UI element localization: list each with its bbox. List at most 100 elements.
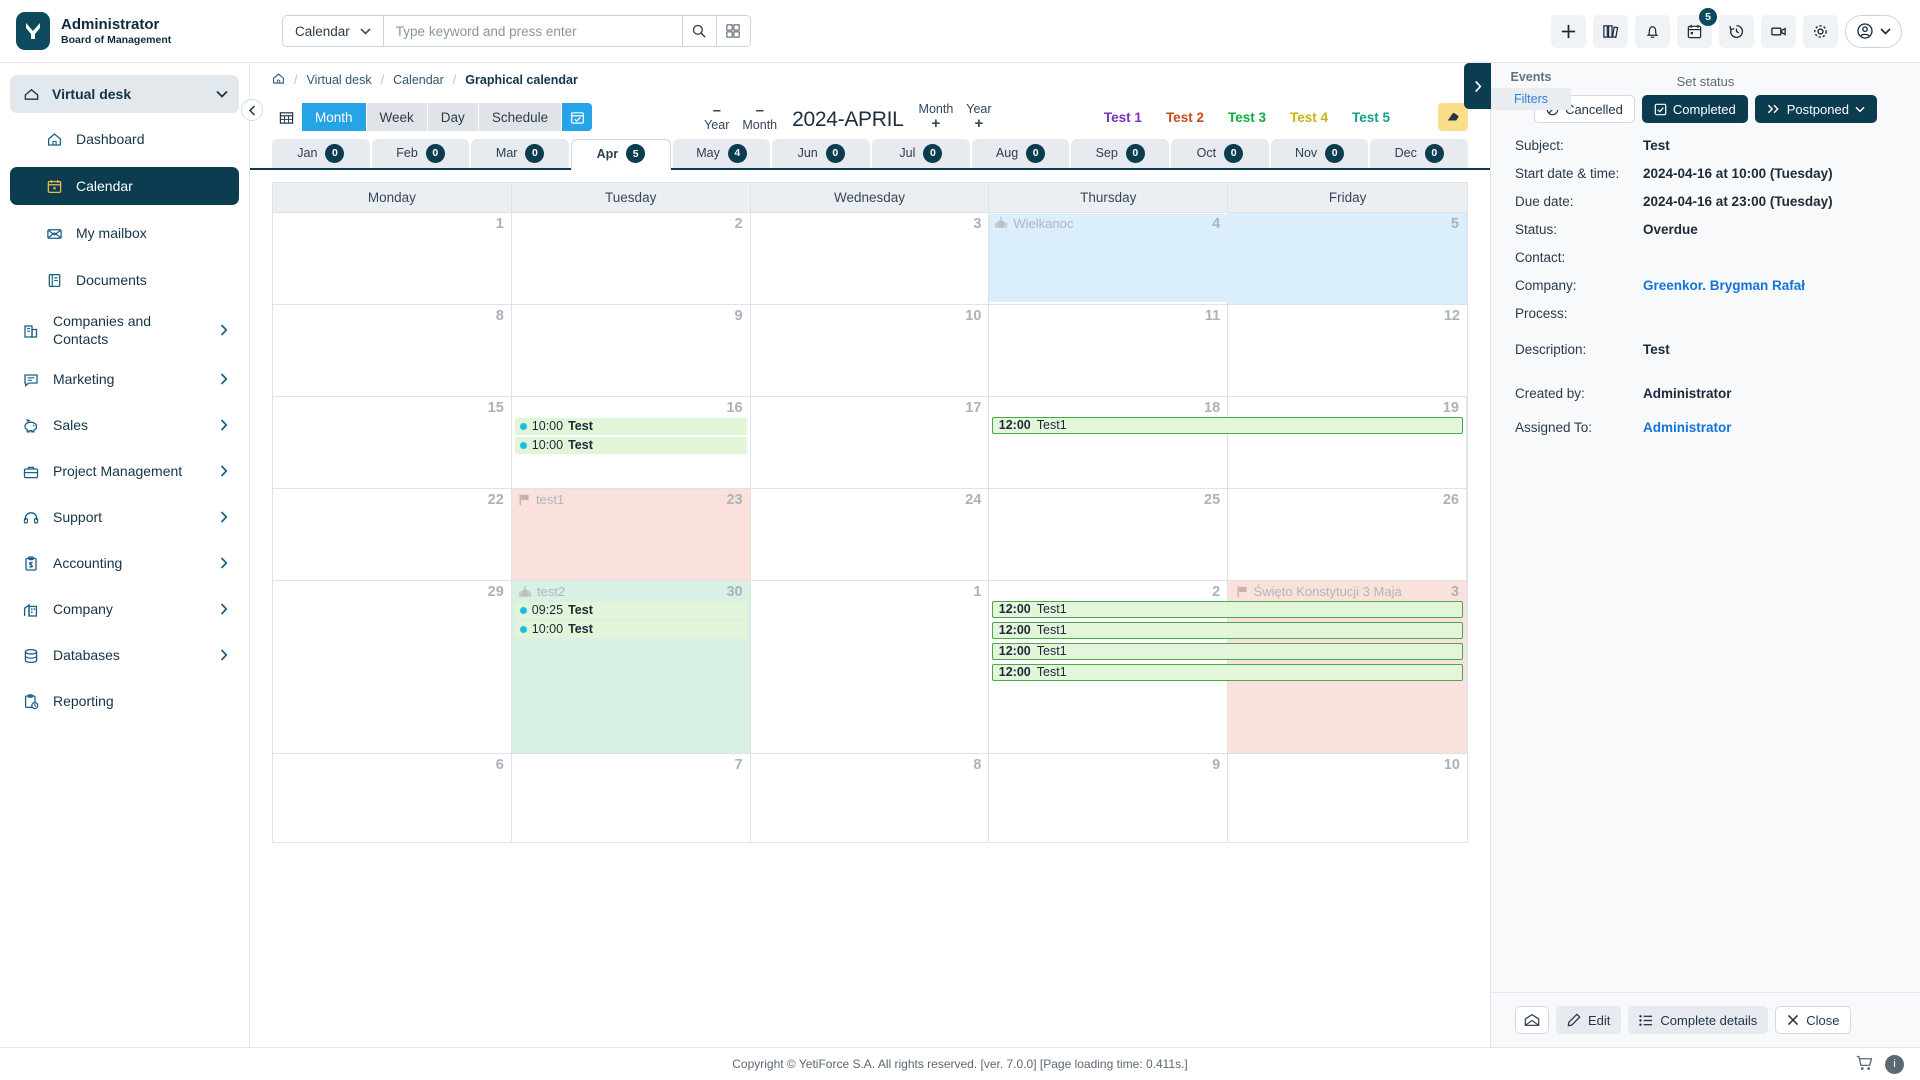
send-mail-button[interactable] [1515,1006,1549,1034]
calendar-day[interactable]: 9 [989,753,1229,842]
sidebar-item-sales[interactable]: Sales [10,407,239,445]
calendar-day[interactable]: 29 [273,580,512,753]
calendar-day[interactable]: 15 [273,396,512,488]
holiday-banner-konstytucji[interactable]: Święto Konstytucji 3 Maja [1231,582,1402,601]
calendar-day[interactable]: 22 [273,488,512,580]
complete-details-button[interactable]: Complete details [1628,1006,1769,1034]
search-submit-button[interactable] [681,16,716,46]
view-button-month[interactable]: Month [302,103,367,132]
user-menu-button[interactable] [1845,14,1902,48]
field-value-link[interactable]: Administrator [1643,420,1732,435]
sidebar-item-reporting[interactable]: Reporting [10,683,239,721]
calendar-event[interactable]: 10:00 Test [514,417,747,435]
notifications-button[interactable] [1635,14,1670,48]
calendar-event-span[interactable]: 12:00 Test1 [991,416,1464,434]
calendar-event[interactable]: 09:25 Test [514,601,747,619]
calendar-day[interactable]: 7 [512,753,751,842]
calendar-day[interactable]: 1 [273,212,512,304]
month-tab-jun[interactable]: Jun 0 [772,138,871,168]
panel-tab-filters[interactable]: Filters [1491,88,1571,110]
sidebar-item-documents[interactable]: Documents [10,261,239,299]
calendar-day[interactable]: 26 [1228,488,1467,580]
view-button-week[interactable]: Week [366,103,428,132]
calendar-view-icon-button[interactable] [272,103,302,132]
calendar-day[interactable]: 19 [1228,396,1467,488]
month-tab-nov[interactable]: Nov 0 [1270,138,1369,168]
calendar-day[interactable]: 2 [512,212,751,304]
calendar-day[interactable]: 12 [1228,305,1467,396]
calendar-day[interactable]: 30 09:25 Test 10:00 Test [511,580,751,753]
edit-button[interactable]: Edit [1556,1006,1622,1034]
sidebar-item-calendar[interactable]: Calendar [10,167,239,205]
prev-month-button[interactable]: – Month [742,103,777,132]
info-badge[interactable]: i [1885,1054,1904,1074]
month-tab-aug[interactable]: Aug 0 [971,138,1070,168]
sidebar-item-dashboard[interactable]: Dashboard [10,120,239,158]
status-button-completed[interactable]: Completed [1641,95,1748,123]
breadcrumb-home-icon[interactable] [272,72,285,88]
calendar-day[interactable]: 25 [989,488,1229,580]
today-button[interactable] [562,103,593,132]
month-tab-mar[interactable]: Mar 0 [471,138,570,168]
sidebar-group-virtual-desk[interactable]: Virtual desk [10,75,239,113]
calendar-day[interactable]: 8 [273,304,512,396]
quick-create-button[interactable] [1551,14,1586,48]
month-tab-apr[interactable]: Apr 5 [571,138,671,170]
calendar-day[interactable]: 6 [273,753,512,842]
month-tab-jan[interactable]: Jan 0 [272,138,370,168]
calendar-event[interactable]: 10:00 Test [514,620,747,638]
knowledge-base-button[interactable] [1593,14,1628,48]
calendar-day[interactable]: 1 [751,580,990,753]
sidebar-item-companies-and-contacts[interactable]: Companies and Contacts [10,308,239,353]
calendar-event[interactable]: 10:00 Test [514,436,747,454]
calendar-day[interactable]: 11 [989,304,1229,396]
close-button[interactable]: Close [1775,1006,1852,1034]
calendar-day[interactable]: 16 10:00 Test 10:00 Test [512,396,751,488]
calendar-day[interactable]: 17 [751,396,990,488]
next-year-button[interactable]: Year + [966,102,991,132]
calendar-event-span[interactable]: 12:00 Test1 [991,621,1464,639]
calendar-day[interactable]: 10 [1228,754,1467,842]
legend-test-4[interactable]: Test 4 [1290,110,1328,125]
sidebar-item-support[interactable]: Support [10,499,239,537]
search-module-select[interactable]: Calendar [283,16,384,46]
video-meeting-button[interactable] [1761,14,1796,48]
month-tab-dec[interactable]: Dec 0 [1370,138,1469,168]
calendar-day[interactable]: 24 [751,488,990,580]
cart-icon[interactable] [1856,1055,1873,1074]
legend-test-2[interactable]: Test 2 [1166,110,1204,125]
calendar-day[interactable]: 9 [512,304,751,396]
search-input[interactable] [383,16,682,46]
sidebar-collapse-button[interactable] [241,99,263,121]
brand[interactable]: Administrator Board of Management [0,12,250,50]
next-month-button[interactable]: Month + [919,102,954,132]
calendar-day[interactable]: 3 [751,212,990,304]
panel-tab-events[interactable]: Events [1491,63,1571,88]
calendar-day[interactable]: 10 [751,304,990,396]
calendar-event-span[interactable]: 12:00 Test1 [991,600,1464,618]
sidebar-item-databases[interactable]: Databases [10,637,239,675]
legend-test-3[interactable]: Test 3 [1228,110,1266,125]
prev-year-button[interactable]: – Year [704,103,729,132]
legend-test-1[interactable]: Test 1 [1104,110,1142,125]
settings-button[interactable] [1803,14,1838,48]
month-tab-feb[interactable]: Feb 0 [371,138,470,168]
advanced-search-button[interactable] [715,16,750,46]
holiday-banner-test2[interactable]: test2 [513,582,565,601]
calendar-event-span[interactable]: 12:00 Test1 [991,642,1464,660]
sidebar-item-project-management[interactable]: Project Management [10,453,239,491]
sidebar-item-marketing[interactable]: Marketing [10,361,239,399]
status-button-postponed[interactable]: Postponed [1754,95,1877,123]
calendar-day[interactable]: 18 [989,396,1229,488]
history-button[interactable] [1719,14,1754,48]
calendar-day[interactable]: 8 [751,753,990,842]
month-tab-sep[interactable]: Sep 0 [1071,138,1170,168]
breadcrumb-item-calendar[interactable]: Calendar [393,73,444,87]
holiday-banner-wielkanoc[interactable]: Wielkanoc [989,213,1467,302]
calendar-reminders-button[interactable]: 5 [1677,7,1717,48]
holiday-banner-test1[interactable]: test1 [513,490,564,509]
panel-expand-button[interactable] [1464,63,1491,109]
calendar-event-span[interactable]: 12:00 Test1 [991,663,1464,681]
view-button-schedule[interactable]: Schedule [478,103,563,132]
breadcrumb-item-virtual-desk[interactable]: Virtual desk [306,73,371,87]
